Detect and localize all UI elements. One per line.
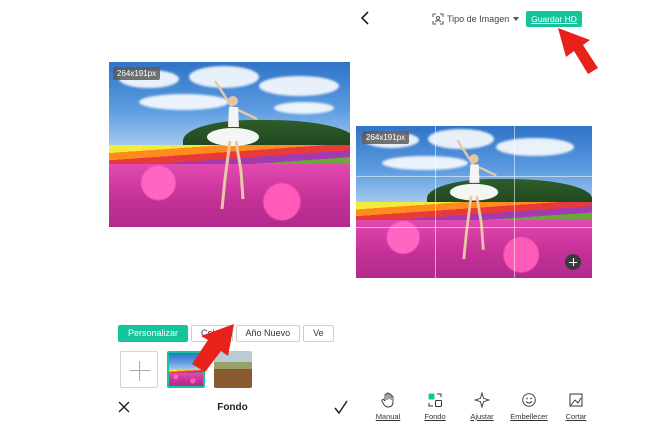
background-icon bbox=[428, 393, 442, 407]
preview-photo[interactable]: 264x191px bbox=[109, 62, 356, 227]
back-arrow-icon[interactable] bbox=[358, 10, 372, 26]
crop-icon bbox=[569, 393, 583, 407]
tool-ajustar[interactable]: Ajustar bbox=[462, 392, 502, 424]
red-arrow-annotation bbox=[558, 28, 598, 74]
dancer-figure bbox=[206, 79, 259, 209]
grid-line bbox=[514, 126, 515, 278]
add-layer-button[interactable] bbox=[565, 254, 581, 270]
checkmark-icon[interactable] bbox=[333, 398, 349, 416]
tab-ano-nuevo[interactable]: Año Nuevo bbox=[235, 325, 301, 342]
dancer-figure bbox=[449, 139, 499, 260]
tool-fondo[interactable]: Fondo bbox=[415, 392, 455, 424]
image-scan-icon bbox=[432, 13, 444, 25]
editor-toolbar: Manual Fondo Ajustar Embellecer Cortar bbox=[368, 392, 596, 424]
grid-line bbox=[435, 126, 436, 278]
grid-line bbox=[356, 176, 592, 177]
dimensions-badge: 264x191px bbox=[113, 67, 161, 80]
panel-title: Fondo bbox=[217, 402, 248, 413]
red-arrow-annotation bbox=[192, 324, 234, 372]
tab-ve[interactable]: Ve bbox=[303, 325, 334, 342]
tool-cortar[interactable]: Cortar bbox=[556, 392, 596, 424]
smile-icon bbox=[522, 393, 536, 407]
tool-embellecer[interactable]: Embellecer bbox=[509, 392, 549, 424]
photo-scene bbox=[356, 126, 592, 278]
image-type-dropdown[interactable]: Tipo de Imagen bbox=[432, 12, 520, 26]
edited-photo[interactable]: 264x191px bbox=[356, 126, 592, 278]
image-type-label: Tipo de Imagen bbox=[447, 14, 510, 24]
chevron-down-icon bbox=[513, 17, 520, 21]
photo-scene bbox=[109, 62, 356, 227]
hand-icon bbox=[381, 392, 394, 408]
tool-manual[interactable]: Manual bbox=[368, 392, 408, 424]
close-icon[interactable] bbox=[115, 398, 133, 416]
tab-personalizar[interactable]: Personalizar bbox=[118, 325, 189, 342]
dimensions-badge: 264x191px bbox=[362, 131, 410, 144]
sparkle-icon bbox=[474, 392, 490, 408]
grid-line bbox=[356, 227, 592, 228]
image-editor-panel: Tipo de Imagen Guardar HD 264x191px Manu… bbox=[350, 0, 650, 430]
add-background-button[interactable] bbox=[120, 351, 158, 388]
background-editor-panel: 264x191px PersonalizarColorAño NuevoVe F… bbox=[0, 0, 356, 430]
